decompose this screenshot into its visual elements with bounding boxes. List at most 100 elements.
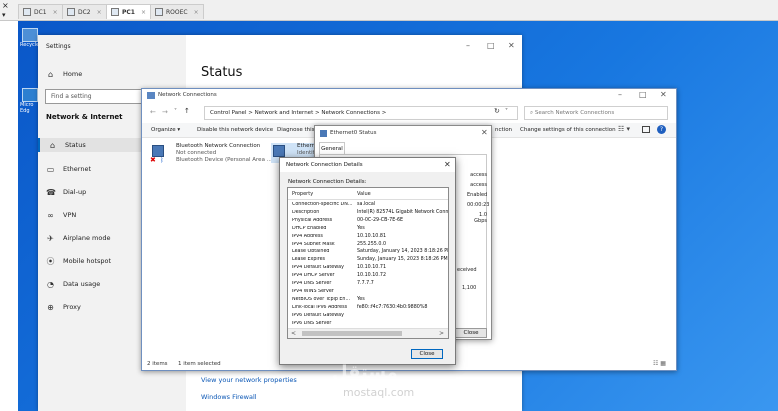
table-row[interactable]: IPv6 Default Gateway (288, 313, 448, 320)
sidebar-item-label: Dial-up (63, 188, 87, 196)
search-input[interactable]: ⌕ Search Network Connections (524, 106, 668, 120)
home-label: Home (63, 70, 83, 78)
minimize-button[interactable]: – (466, 41, 470, 50)
address-bar[interactable]: Control Panel > Network and Internet > N… (204, 106, 518, 120)
table-row[interactable]: DHCP Enabled Yes (288, 226, 448, 233)
view-properties-link[interactable]: View your network properties (201, 376, 297, 384)
value-cell: Sunday, January 15, 2023 8:18:26 PM (357, 257, 448, 263)
close-icon[interactable]: × (53, 9, 58, 16)
close-button[interactable]: Close (455, 328, 487, 338)
received-bytes-value: 1,100 (462, 285, 477, 291)
table-row[interactable]: Link-local IPv6 Address fe80::f4c7:7630:4… (288, 304, 448, 312)
value-cell: Yes (357, 296, 365, 302)
back-arrow-icon[interactable]: ← (150, 108, 156, 116)
table-row[interactable]: NetBIOS over Tcpip En... Yes (288, 296, 448, 304)
sidebar-item-label: Ethernet (63, 165, 91, 173)
table-row[interactable]: IPv4 Address 10.10.10.81 (288, 233, 448, 241)
table-row[interactable]: IPv4 Default Gateway 10.10.10.71 (288, 265, 448, 272)
tab-general[interactable]: General (319, 142, 345, 154)
close-icon[interactable]: × (194, 9, 199, 16)
windows-firewall-link[interactable]: Windows Firewall (201, 393, 257, 401)
disconnected-icon: ✖ (150, 156, 156, 164)
address-dropdown-icon[interactable]: ˅ (505, 108, 508, 115)
details-table[interactable]: Property Value Connection-specific DN...… (287, 187, 449, 339)
sidebar-item-data-usage[interactable]: ◔ Data usage (46, 277, 100, 291)
vm-tab-rooec[interactable]: ROOEC × (150, 4, 204, 19)
home-icon: ⌂ (49, 140, 56, 150)
value-cell: 10.10.10.81 (357, 233, 386, 239)
sidebar-item-ethernet[interactable]: ▭ Ethernet (46, 162, 91, 176)
ipv4-connectivity-value: access (470, 172, 487, 178)
close-button[interactable]: ✕ (508, 41, 515, 50)
sidebar-item-vpn[interactable]: ∞ VPN (46, 208, 76, 222)
table-row[interactable]: Lease Expires Sunday, January 15, 2023 8:… (288, 257, 448, 264)
table-row[interactable]: Description Intel(R) 82574L Gigabit Netwo… (288, 209, 449, 217)
sidebar-item-hotspot[interactable]: ⦿ Mobile hotspot (46, 254, 112, 268)
rename-connection-button[interactable]: nction (495, 127, 512, 133)
up-arrow-icon[interactable]: ↑ (184, 107, 190, 115)
help-icon[interactable]: ? (657, 125, 666, 134)
vm-dropdown-icon[interactable]: ▾ (2, 11, 14, 19)
recent-dropdown-icon[interactable]: ˅ (174, 108, 177, 115)
close-icon[interactable]: ✕ (481, 128, 488, 137)
value-cell: Intel(R) 82574L Gigabit Network Connect (357, 209, 449, 215)
speed-value: 1.0 Gbps (474, 212, 487, 224)
value-cell: fe80::f4c7:7630:4b0:9880%8 (357, 304, 428, 310)
close-icon[interactable]: × (97, 9, 102, 16)
address-path: Control Panel > Network and Internet > N… (210, 110, 387, 116)
preview-pane-icon[interactable] (642, 126, 650, 133)
scroll-right-icon[interactable]: > (439, 330, 444, 337)
column-header-property[interactable]: Property (292, 191, 313, 197)
minimize-button[interactable]: – (618, 90, 622, 99)
vm-close-icon[interactable]: × (2, 1, 14, 10)
selection-count: 1 item selected (178, 361, 221, 367)
vm-tab-pc1[interactable]: PC1 × (106, 4, 152, 19)
table-row[interactable]: IPv4 WINS Server (288, 288, 448, 296)
refresh-icon[interactable]: ↻ (494, 107, 500, 115)
sidebar-item-dialup[interactable]: ☎ Dial-up (46, 185, 86, 199)
table-row[interactable]: IPv6 DNS Server (288, 321, 448, 328)
maximize-button[interactable]: □ (487, 41, 495, 50)
disable-device-button[interactable]: Disable this network device (197, 127, 273, 133)
property-cell: Link-local IPv6 Address (292, 304, 348, 310)
search-placeholder: Search Network Connections (534, 110, 615, 116)
property-cell: Physical Address (292, 217, 333, 223)
change-settings-button[interactable]: Change settings of this connection (520, 127, 616, 133)
hotspot-icon: ⦿ (46, 256, 55, 266)
dialog-title: Ethernet0 Status (330, 130, 377, 136)
horizontal-scrollbar[interactable]: < > (288, 328, 448, 338)
table-row[interactable]: IPv4 DHCP Server 10.10.10.72 (288, 273, 448, 280)
property-cell: IPv4 WINS Server (292, 288, 334, 294)
table-row[interactable]: IPv4 Subnet Mask 255.255.0.0 (288, 242, 448, 249)
vm-tab-dc2[interactable]: DC2 × (62, 4, 107, 19)
table-row[interactable]: Connection-specific DN... sa.local (288, 202, 448, 209)
organize-button[interactable]: Organize ▾ (151, 127, 180, 133)
maximize-button[interactable]: □ (639, 90, 647, 99)
close-button[interactable]: ✕ (660, 90, 667, 99)
view-options-icon[interactable]: ☷ ▾ (618, 125, 630, 133)
connection-item-bluetooth[interactable]: ✖ ᛒ Bluetooth Network Connection Not con… (150, 143, 290, 171)
sidebar-item-label: Data usage (63, 280, 101, 288)
column-header-value[interactable]: Value (357, 191, 371, 197)
close-button[interactable]: Close (411, 349, 443, 359)
close-icon[interactable]: × (141, 9, 146, 16)
table-row[interactable]: Lease Obtained Saturday, January 14, 2023… (288, 249, 448, 256)
sidebar-item-proxy[interactable]: ⊕ Proxy (46, 300, 81, 314)
scrollbar-thumb[interactable] (302, 331, 402, 336)
home-nav-item[interactable]: ⌂ Home (46, 67, 82, 81)
vm-tab-label: DC1 (34, 8, 47, 16)
table-row[interactable]: Physical Address 00-0C-29-CB-7E-6E (288, 217, 448, 225)
close-icon[interactable]: ✕ (444, 160, 451, 169)
watermark-text: mostaql.com (343, 386, 415, 399)
property-cell: IPv4 Address (292, 233, 323, 239)
sidebar-item-label: Proxy (63, 303, 81, 311)
vm-tab-dc1[interactable]: DC1 × (18, 4, 63, 19)
forward-arrow-icon[interactable]: → (162, 108, 168, 116)
table-row[interactable]: IPv4 DNS Server 7.7.7.7 (288, 281, 448, 288)
details-view-icon[interactable]: ☷ ▦ (653, 360, 666, 367)
scroll-left-icon[interactable]: < (291, 330, 296, 337)
vm-icon (111, 8, 119, 16)
category-heading: Network & Internet (46, 113, 123, 121)
sidebar-item-airplane[interactable]: ✈ Airplane mode (46, 231, 110, 245)
vm-tab-strip: × ▾ DC1 × DC2 × PC1 × ROOEC × (0, 0, 778, 21)
